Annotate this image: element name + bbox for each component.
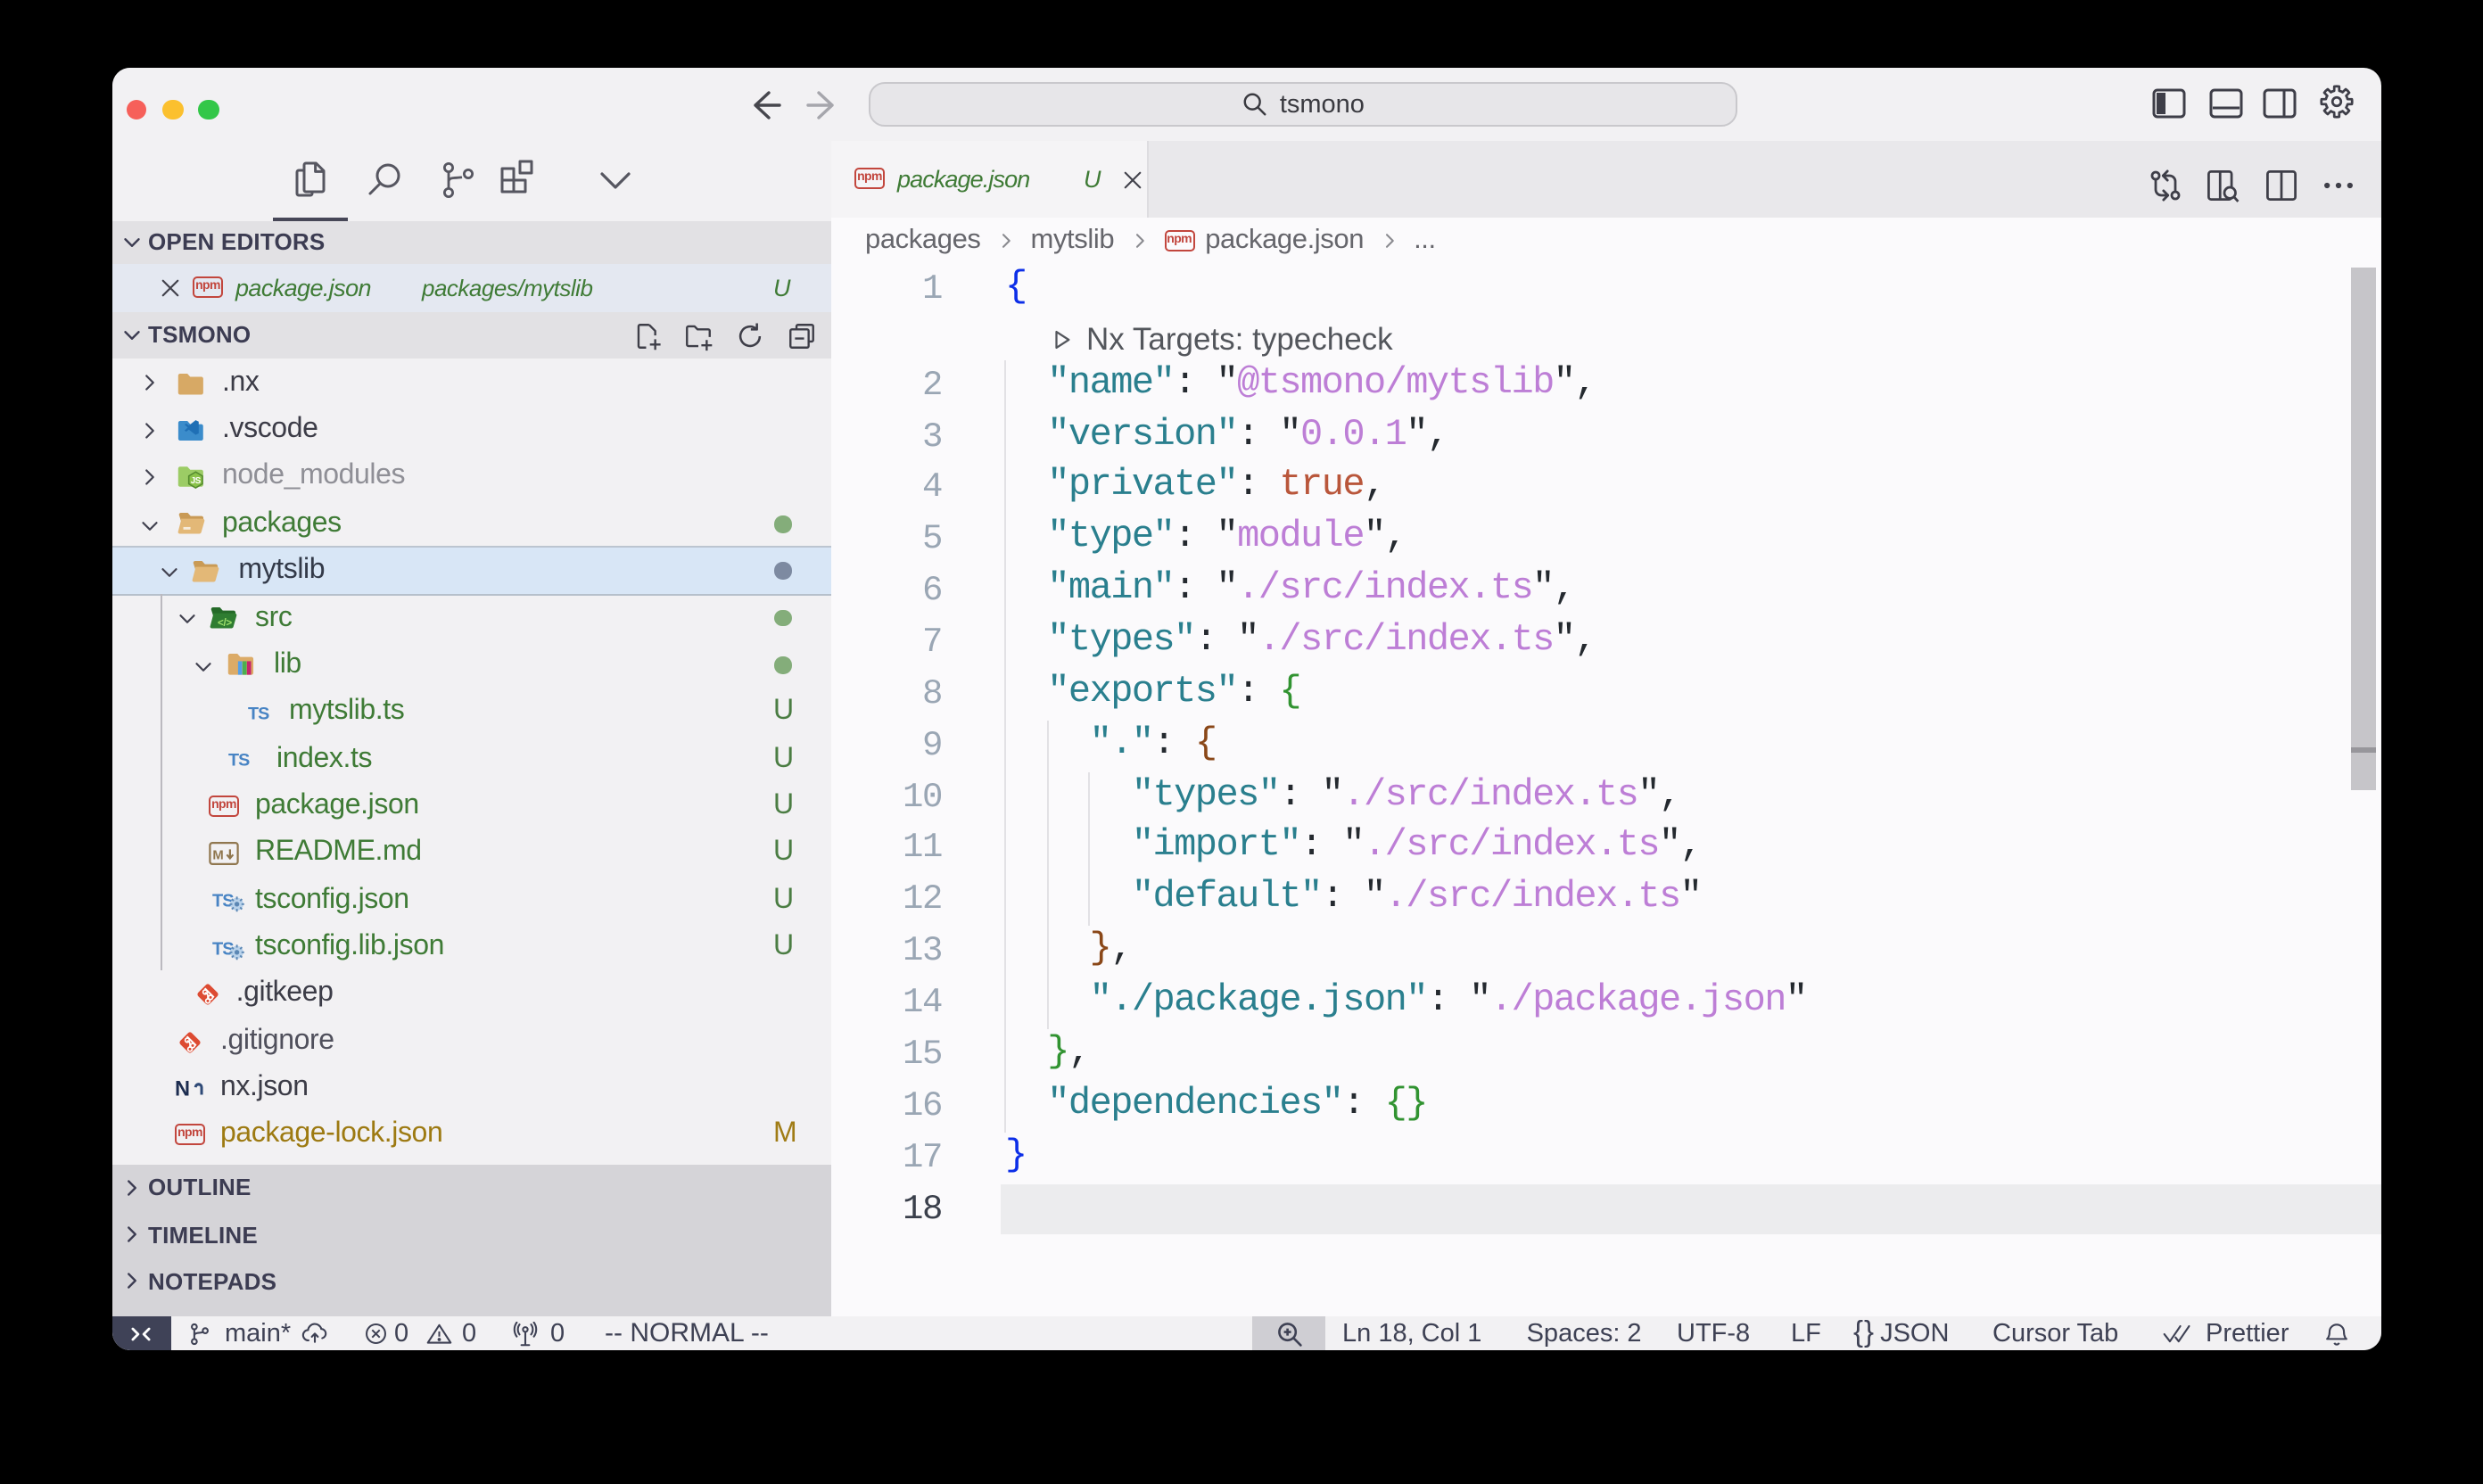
svg-text:</>: </>	[217, 617, 231, 629]
svg-text:TS: TS	[247, 705, 268, 724]
svg-text:TS: TS	[211, 939, 233, 959]
svg-text:M: M	[212, 849, 223, 863]
svg-text:TS: TS	[211, 893, 233, 912]
svg-text:JS: JS	[190, 475, 201, 485]
svg-text:TS: TS	[227, 751, 249, 771]
svg-text:N: N	[175, 1078, 190, 1101]
